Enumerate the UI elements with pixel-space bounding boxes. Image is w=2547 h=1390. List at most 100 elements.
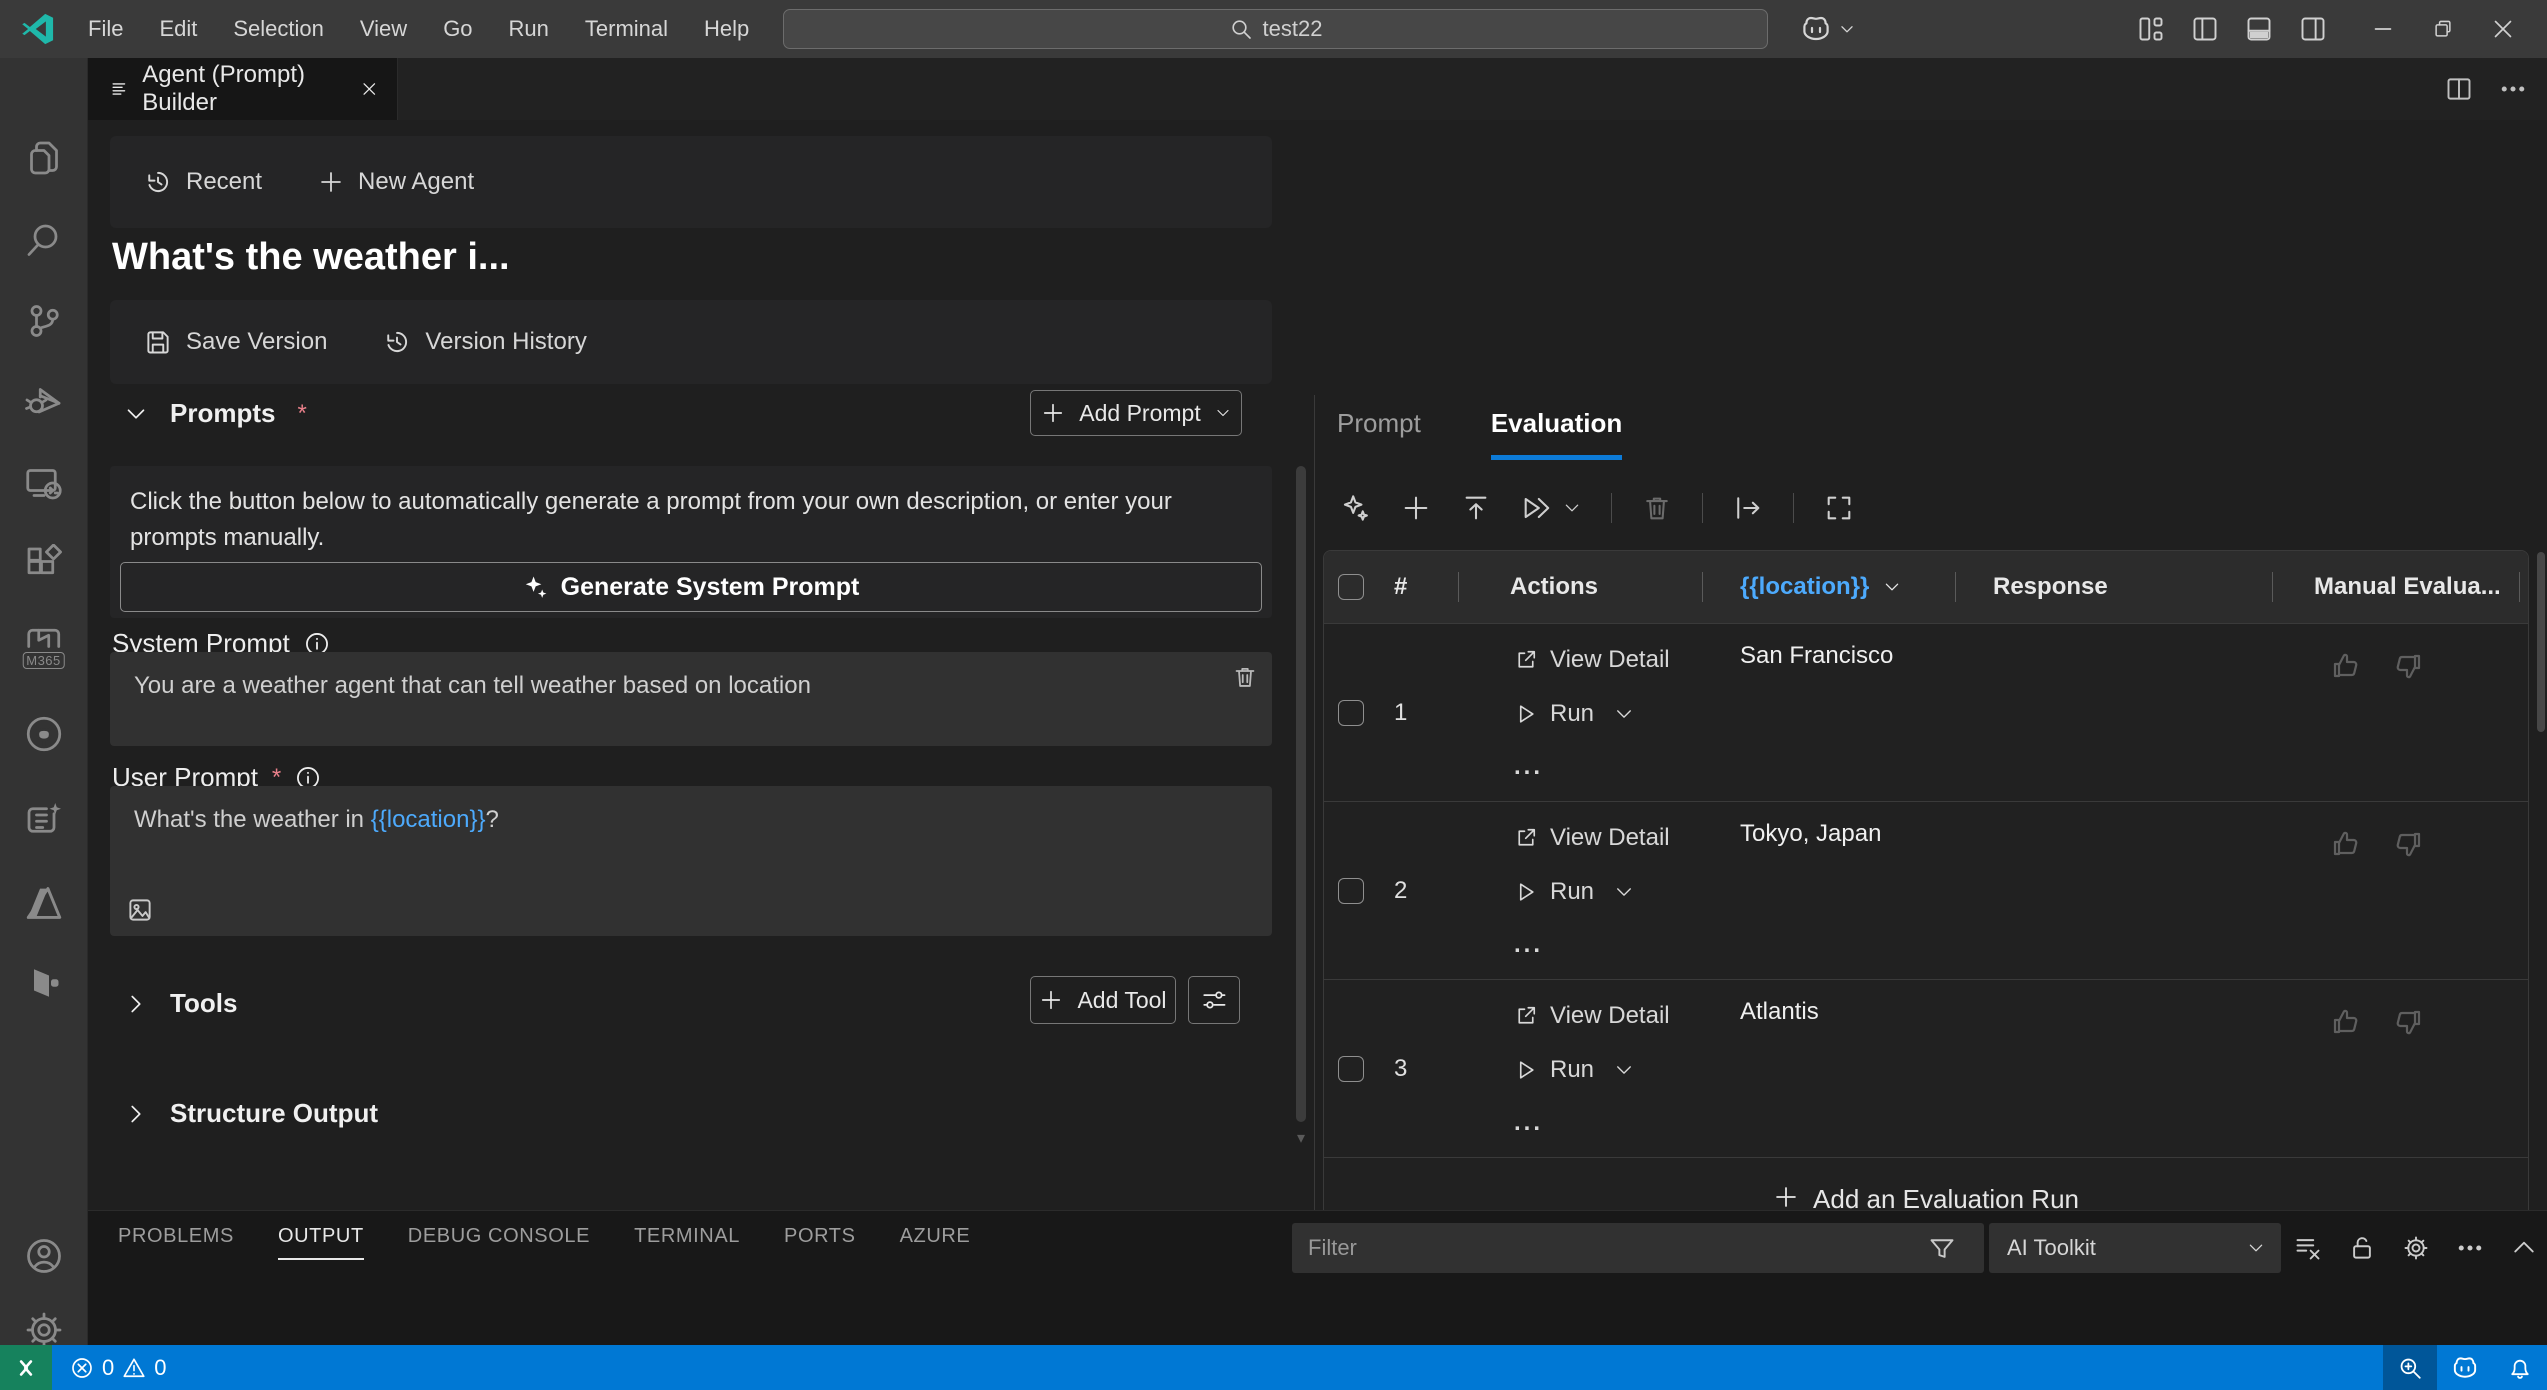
- panel-tab-terminal[interactable]: TERMINAL: [634, 1225, 740, 1260]
- select-all-checkbox[interactable]: [1338, 574, 1364, 600]
- accounts-icon[interactable]: [24, 1236, 64, 1276]
- restore-icon[interactable]: [2413, 0, 2473, 58]
- recent-button[interactable]: Recent: [144, 168, 262, 196]
- fullscreen-icon[interactable]: [1824, 493, 1854, 523]
- table-scrollbar[interactable]: [2537, 552, 2545, 732]
- thumbs-up-icon[interactable]: [2330, 650, 2362, 801]
- col-location[interactable]: {{location}}: [1740, 573, 1869, 601]
- generate-data-sparkle-icon[interactable]: [1341, 493, 1371, 523]
- add-prompt-button[interactable]: Add Prompt: [1030, 390, 1242, 436]
- version-history-button[interactable]: Version History: [383, 328, 586, 356]
- copilot-menu[interactable]: [1800, 0, 1856, 58]
- builder-scrollbar[interactable]: [1296, 466, 1306, 1122]
- lock-scroll-icon[interactable]: [2348, 1234, 2376, 1262]
- new-agent-button[interactable]: New Agent: [318, 168, 474, 196]
- tab-prompt[interactable]: Prompt: [1337, 408, 1421, 460]
- clear-output-icon[interactable]: [2294, 1234, 2322, 1262]
- customize-layout-icon[interactable]: [2137, 15, 2165, 43]
- scroll-down-arrow-icon[interactable]: ▾: [1297, 1128, 1305, 1148]
- run-all-button[interactable]: [1521, 493, 1581, 523]
- more-actions-icon[interactable]: [2499, 75, 2527, 103]
- tab-evaluation[interactable]: Evaluation: [1491, 408, 1622, 460]
- add-evaluation-run-button[interactable]: Add an Evaluation Run: [1324, 1157, 2528, 1210]
- command-center-search[interactable]: test22: [783, 9, 1768, 49]
- run-button[interactable]: Run: [1514, 1056, 1702, 1084]
- run-button[interactable]: Run: [1514, 700, 1702, 728]
- generate-system-prompt-button[interactable]: Generate System Prompt: [120, 562, 1262, 612]
- explorer-icon[interactable]: [24, 138, 64, 178]
- azure-icon[interactable]: [23, 882, 65, 924]
- thumbs-up-icon[interactable]: [2330, 828, 2362, 979]
- menu-view[interactable]: View: [346, 10, 421, 48]
- prompts-section-header[interactable]: Prompts *: [124, 398, 307, 429]
- filter-funnel-icon[interactable]: [1928, 1235, 1956, 1263]
- structure-output-section-header[interactable]: Structure Output: [124, 1098, 378, 1129]
- toggle-panel-icon[interactable]: [2245, 15, 2273, 43]
- system-prompt-textarea[interactable]: You are a weather agent that can tell we…: [110, 652, 1272, 746]
- view-detail-button[interactable]: View Detail: [1514, 646, 1702, 674]
- remote-indicator[interactable]: [0, 1345, 52, 1390]
- menu-run[interactable]: Run: [495, 10, 563, 48]
- teams-toolkit-icon[interactable]: [24, 800, 64, 840]
- more-options-button[interactable]: ...: [1514, 1109, 1702, 1137]
- panel-tab-azure[interactable]: AZURE: [900, 1225, 971, 1260]
- row-checkbox[interactable]: [1338, 878, 1364, 904]
- maximize-panel-icon[interactable]: [2510, 1234, 2538, 1262]
- menu-help[interactable]: Help: [690, 10, 763, 48]
- panel-settings-gear-icon[interactable]: [2402, 1234, 2430, 1262]
- github-icon[interactable]: [24, 714, 64, 754]
- add-tool-button[interactable]: Add Tool: [1030, 976, 1176, 1024]
- panel-tab-ports[interactable]: PORTS: [784, 1225, 856, 1260]
- tools-section-header[interactable]: Tools: [124, 988, 237, 1019]
- problems-status[interactable]: 0 0: [70, 1355, 167, 1381]
- menu-go[interactable]: Go: [429, 10, 486, 48]
- trash-icon[interactable]: [1232, 664, 1258, 690]
- toggle-secondary-sidebar-icon[interactable]: [2299, 15, 2327, 43]
- view-detail-button[interactable]: View Detail: [1514, 824, 1702, 852]
- thumbs-down-icon[interactable]: [2392, 828, 2424, 979]
- toggle-primary-sidebar-icon[interactable]: [2191, 15, 2219, 43]
- split-editor-icon[interactable]: [2445, 75, 2473, 103]
- thumbs-up-icon[interactable]: [2330, 1006, 2362, 1157]
- close-window-icon[interactable]: [2473, 0, 2533, 58]
- remote-explorer-icon[interactable]: [24, 463, 64, 503]
- chevron-down-icon[interactable]: [1883, 578, 1901, 596]
- menu-file[interactable]: File: [74, 10, 137, 48]
- source-control-icon[interactable]: [24, 301, 64, 341]
- more-options-button[interactable]: ...: [1514, 753, 1702, 781]
- output-channel-select[interactable]: AI Toolkit: [1989, 1223, 2281, 1273]
- tab-agent-prompt-builder[interactable]: Agent (Prompt) Builder: [88, 58, 398, 120]
- row-checkbox[interactable]: [1338, 1056, 1364, 1082]
- search-view-icon[interactable]: [24, 220, 64, 260]
- zoom-status-item[interactable]: [2383, 1345, 2437, 1390]
- view-detail-button[interactable]: View Detail: [1514, 1002, 1702, 1030]
- menu-terminal[interactable]: Terminal: [571, 10, 682, 48]
- close-tab-icon[interactable]: [360, 78, 379, 100]
- notifications-bell-icon[interactable]: [2493, 1345, 2547, 1390]
- extensions-icon[interactable]: [24, 544, 64, 584]
- ai-toolkit-icon[interactable]: [24, 963, 64, 1003]
- copilot-status-icon[interactable]: [2437, 1345, 2493, 1390]
- panel-more-icon[interactable]: [2456, 1234, 2484, 1262]
- panel-tab-output[interactable]: OUTPUT: [278, 1225, 364, 1260]
- row-checkbox[interactable]: [1338, 700, 1364, 726]
- menu-edit[interactable]: Edit: [145, 10, 211, 48]
- more-options-button[interactable]: ...: [1514, 931, 1702, 959]
- run-button[interactable]: Run: [1514, 878, 1702, 906]
- save-version-button[interactable]: Save Version: [144, 328, 327, 356]
- output-filter-input[interactable]: [1292, 1223, 1984, 1273]
- thumbs-down-icon[interactable]: [2392, 650, 2424, 801]
- import-dataset-icon[interactable]: [1461, 493, 1491, 523]
- export-dataset-icon[interactable]: [1733, 493, 1763, 523]
- panel-tab-debug-console[interactable]: DEBUG CONSOLE: [408, 1225, 590, 1260]
- m365-toolkit-icon[interactable]: M365: [22, 626, 65, 670]
- thumbs-down-icon[interactable]: [2392, 1006, 2424, 1157]
- add-image-icon[interactable]: [126, 896, 154, 924]
- panel-tab-problems[interactable]: PROBLEMS: [118, 1225, 234, 1260]
- settings-gear-icon[interactable]: [24, 1310, 64, 1350]
- minimize-icon[interactable]: [2353, 0, 2413, 58]
- add-row-icon[interactable]: [1401, 493, 1431, 523]
- menu-selection[interactable]: Selection: [219, 10, 338, 48]
- tool-settings-button[interactable]: [1188, 976, 1240, 1024]
- user-prompt-textarea[interactable]: What's the weather in {{location}}?: [110, 786, 1272, 936]
